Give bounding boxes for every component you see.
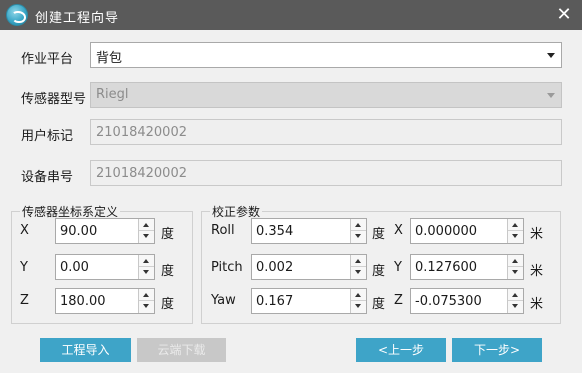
spin-up-icon[interactable] xyxy=(139,289,154,301)
sensor-x-spinbox[interactable]: 90.00 xyxy=(55,218,155,244)
platform-select[interactable]: 背包 xyxy=(90,42,562,68)
sensor-y-value: 0.00 xyxy=(60,260,89,275)
app-logo-icon xyxy=(6,4,28,26)
sensor-model-label: 传感器型号 xyxy=(21,92,87,107)
roll-value: 0.354 xyxy=(256,224,294,239)
spin-up-icon[interactable] xyxy=(139,255,154,267)
sensor-z-value: 180.00 xyxy=(60,294,106,309)
sensor-x-unit: 度 xyxy=(161,227,175,242)
yaw-unit: 度 xyxy=(372,297,386,312)
yaw-label: Yaw xyxy=(211,293,236,308)
user-tag-value: 21018420002 xyxy=(96,125,187,140)
spin-down-icon[interactable] xyxy=(351,301,366,313)
cloud-download-button: 云端下载 xyxy=(137,338,226,362)
offset-y-value: 0.127600 xyxy=(415,260,478,275)
spin-down-icon[interactable] xyxy=(139,301,154,313)
roll-unit: 度 xyxy=(372,227,386,242)
device-serial-field: 21018420002 xyxy=(90,160,562,186)
pitch-unit: 度 xyxy=(372,264,386,279)
close-icon[interactable]: ✕ xyxy=(552,3,576,27)
spin-up-icon[interactable] xyxy=(351,219,366,231)
pitch-spinbox[interactable]: 0.002 xyxy=(251,254,367,280)
sensor-x-value: 90.00 xyxy=(60,224,98,239)
spin-up-icon[interactable] xyxy=(508,289,523,301)
spin-up-icon[interactable] xyxy=(508,219,523,231)
spin-down-icon[interactable] xyxy=(351,231,366,243)
offset-x-spinbox[interactable]: 0.000000 xyxy=(410,218,524,244)
offset-y-unit: 米 xyxy=(530,264,544,279)
sensor-y-unit: 度 xyxy=(161,264,175,279)
offset-x-unit: 米 xyxy=(530,227,544,242)
sensor-z-label: Z xyxy=(20,293,29,308)
offset-y-label: Y xyxy=(394,260,402,275)
pitch-value: 0.002 xyxy=(256,260,294,275)
sensor-y-spinbox[interactable]: 0.00 xyxy=(55,254,155,280)
offset-z-spinbox[interactable]: -0.075300 xyxy=(410,288,524,314)
user-tag-field: 21018420002 xyxy=(90,119,562,145)
platform-label: 作业平台 xyxy=(21,52,74,67)
spin-up-icon[interactable] xyxy=(508,255,523,267)
spin-up-icon[interactable] xyxy=(139,219,154,231)
sensor-z-unit: 度 xyxy=(161,297,175,312)
window-title: 创建工程向导 xyxy=(35,11,120,26)
chevron-down-icon xyxy=(547,93,555,98)
chevron-down-icon xyxy=(547,53,555,58)
offset-x-label: X xyxy=(394,223,403,238)
yaw-spinbox[interactable]: 0.167 xyxy=(251,288,367,314)
offset-z-value: -0.075300 xyxy=(415,294,482,309)
title-bar: 创建工程向导 ✕ xyxy=(0,0,582,30)
spin-up-icon[interactable] xyxy=(351,255,366,267)
spin-up-icon[interactable] xyxy=(351,289,366,301)
device-serial-label: 设备串号 xyxy=(21,170,74,185)
sensor-y-label: Y xyxy=(20,260,28,275)
offset-z-unit: 米 xyxy=(530,297,544,312)
sensor-model-select-value: Riegl xyxy=(96,87,129,102)
sensor-model-select: Riegl xyxy=(90,82,562,108)
sensor-z-spinbox[interactable]: 180.00 xyxy=(55,288,155,314)
yaw-value: 0.167 xyxy=(256,294,294,309)
device-serial-value: 21018420002 xyxy=(96,166,187,181)
prev-step-button[interactable]: <上一步 xyxy=(356,338,446,362)
offset-z-label: Z xyxy=(394,293,403,308)
sensor-x-label: X xyxy=(20,223,29,238)
roll-spinbox[interactable]: 0.354 xyxy=(251,218,367,244)
offset-y-spinbox[interactable]: 0.127600 xyxy=(410,254,524,280)
spin-down-icon[interactable] xyxy=(139,267,154,279)
import-project-button[interactable]: 工程导入 xyxy=(40,338,131,362)
roll-label: Roll xyxy=(211,223,235,238)
offset-x-value: 0.000000 xyxy=(415,224,478,239)
spin-down-icon[interactable] xyxy=(508,267,523,279)
next-step-button[interactable]: 下一步> xyxy=(452,338,542,362)
user-tag-label: 用户标记 xyxy=(21,129,74,144)
spin-down-icon[interactable] xyxy=(139,231,154,243)
spin-down-icon[interactable] xyxy=(351,267,366,279)
spin-down-icon[interactable] xyxy=(508,301,523,313)
pitch-label: Pitch xyxy=(211,260,243,275)
spin-down-icon[interactable] xyxy=(508,231,523,243)
platform-select-value: 背包 xyxy=(96,51,123,66)
